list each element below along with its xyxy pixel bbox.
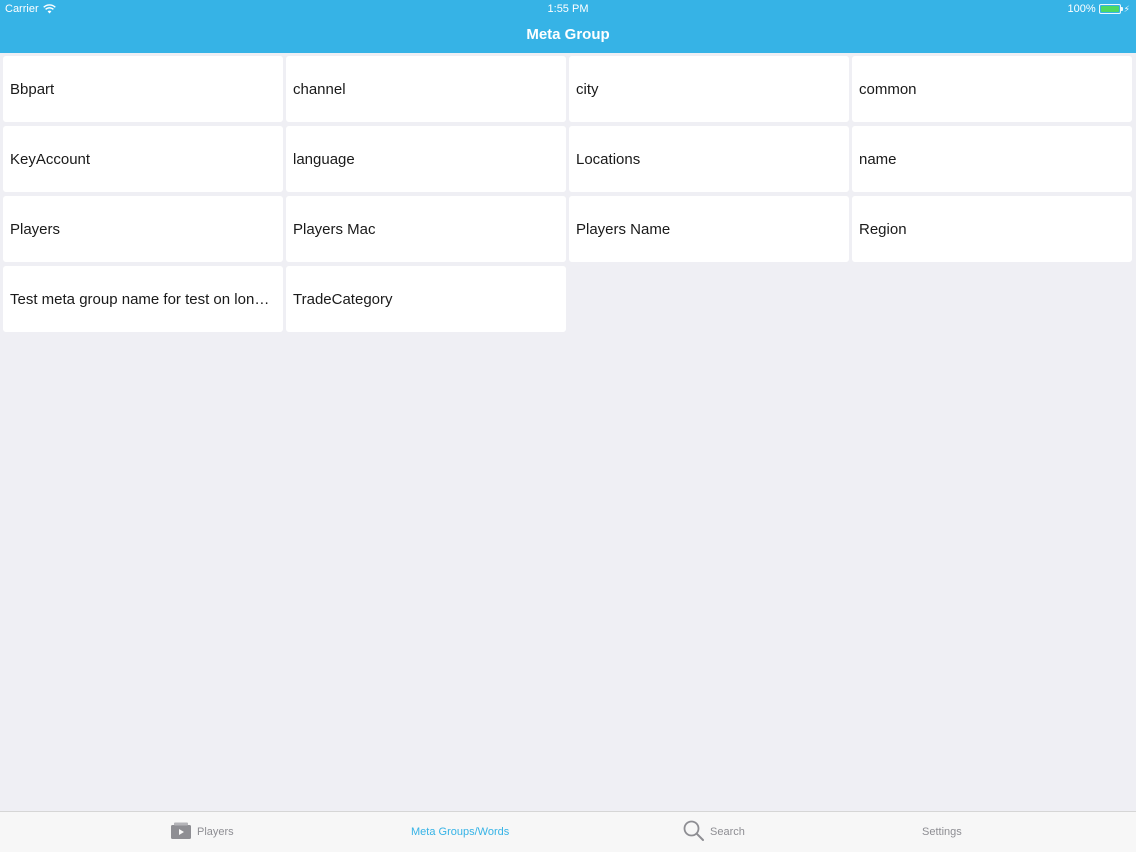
tab-label: Meta Groups/Words xyxy=(411,826,510,838)
navigation-header: Carrier 1:55 PM 100% ⚡︎ Meta Group xyxy=(0,0,1136,53)
meta-group-tile-players-name[interactable]: Players Name xyxy=(569,196,849,262)
page-title: Meta Group xyxy=(526,26,610,43)
tab-label: Settings xyxy=(922,826,962,838)
meta-group-tile-players-mac[interactable]: Players Mac xyxy=(286,196,566,262)
meta-group-tile-channel[interactable]: channel xyxy=(286,56,566,122)
meta-group-tile-test-long-name[interactable]: Test meta group name for test on long n.… xyxy=(3,266,283,332)
tile-label: name xyxy=(859,150,897,168)
tile-label: Players Mac xyxy=(293,220,376,238)
search-icon xyxy=(683,820,704,844)
battery-indicator: 100% ⚡︎ xyxy=(1068,3,1130,15)
tile-label: channel xyxy=(293,80,346,98)
tile-label: Players xyxy=(10,220,61,238)
meta-group-tile-language[interactable]: language xyxy=(286,126,566,192)
meta-group-tile-common[interactable]: common xyxy=(852,56,1132,122)
status-bar: Carrier 1:55 PM 100% ⚡︎ xyxy=(0,0,1136,17)
status-time: 1:55 PM xyxy=(547,3,589,15)
meta-group-grid: Bbpart channel city common KeyAccount la… xyxy=(3,56,1134,332)
meta-group-tile-name[interactable]: name xyxy=(852,126,1132,192)
meta-group-tile-city[interactable]: city xyxy=(569,56,849,122)
tab-bar: Players Meta Groups/Words Search Setting… xyxy=(0,811,1136,852)
tile-label: TradeCategory xyxy=(293,290,393,308)
battery-icon xyxy=(1098,4,1123,14)
battery-percentage: 100% xyxy=(1067,3,1096,15)
tile-label: Bbpart xyxy=(10,80,55,98)
meta-group-tile-keyaccount[interactable]: KeyAccount xyxy=(3,126,283,192)
tab-meta-groups-words[interactable]: Meta Groups/Words xyxy=(411,812,509,852)
tab-search[interactable]: Search xyxy=(683,812,745,852)
tile-label: KeyAccount xyxy=(10,150,91,168)
tile-label: language xyxy=(293,150,355,168)
tab-players[interactable]: Players xyxy=(171,812,234,852)
tab-label: Players xyxy=(197,826,234,838)
meta-group-tile-region[interactable]: Region xyxy=(852,196,1132,262)
tile-label: Players Name xyxy=(576,220,671,238)
tile-label: city xyxy=(576,80,599,98)
tab-settings[interactable]: Settings xyxy=(922,812,962,852)
tab-label: Search xyxy=(710,826,745,838)
meta-group-tile-players[interactable]: Players xyxy=(3,196,283,262)
tile-label: Region xyxy=(859,220,907,238)
meta-group-tile-bbpart[interactable]: Bbpart xyxy=(3,56,283,122)
meta-group-tile-tradecategory[interactable]: TradeCategory xyxy=(286,266,566,332)
video-folder-icon xyxy=(171,822,191,842)
tile-label: Locations xyxy=(576,150,641,168)
charging-bolt-icon: ⚡︎ xyxy=(1123,3,1130,14)
tile-label: Test meta group name for test on long n.… xyxy=(10,290,275,308)
meta-group-tile-locations[interactable]: Locations xyxy=(569,126,849,192)
tile-label: common xyxy=(859,80,917,98)
